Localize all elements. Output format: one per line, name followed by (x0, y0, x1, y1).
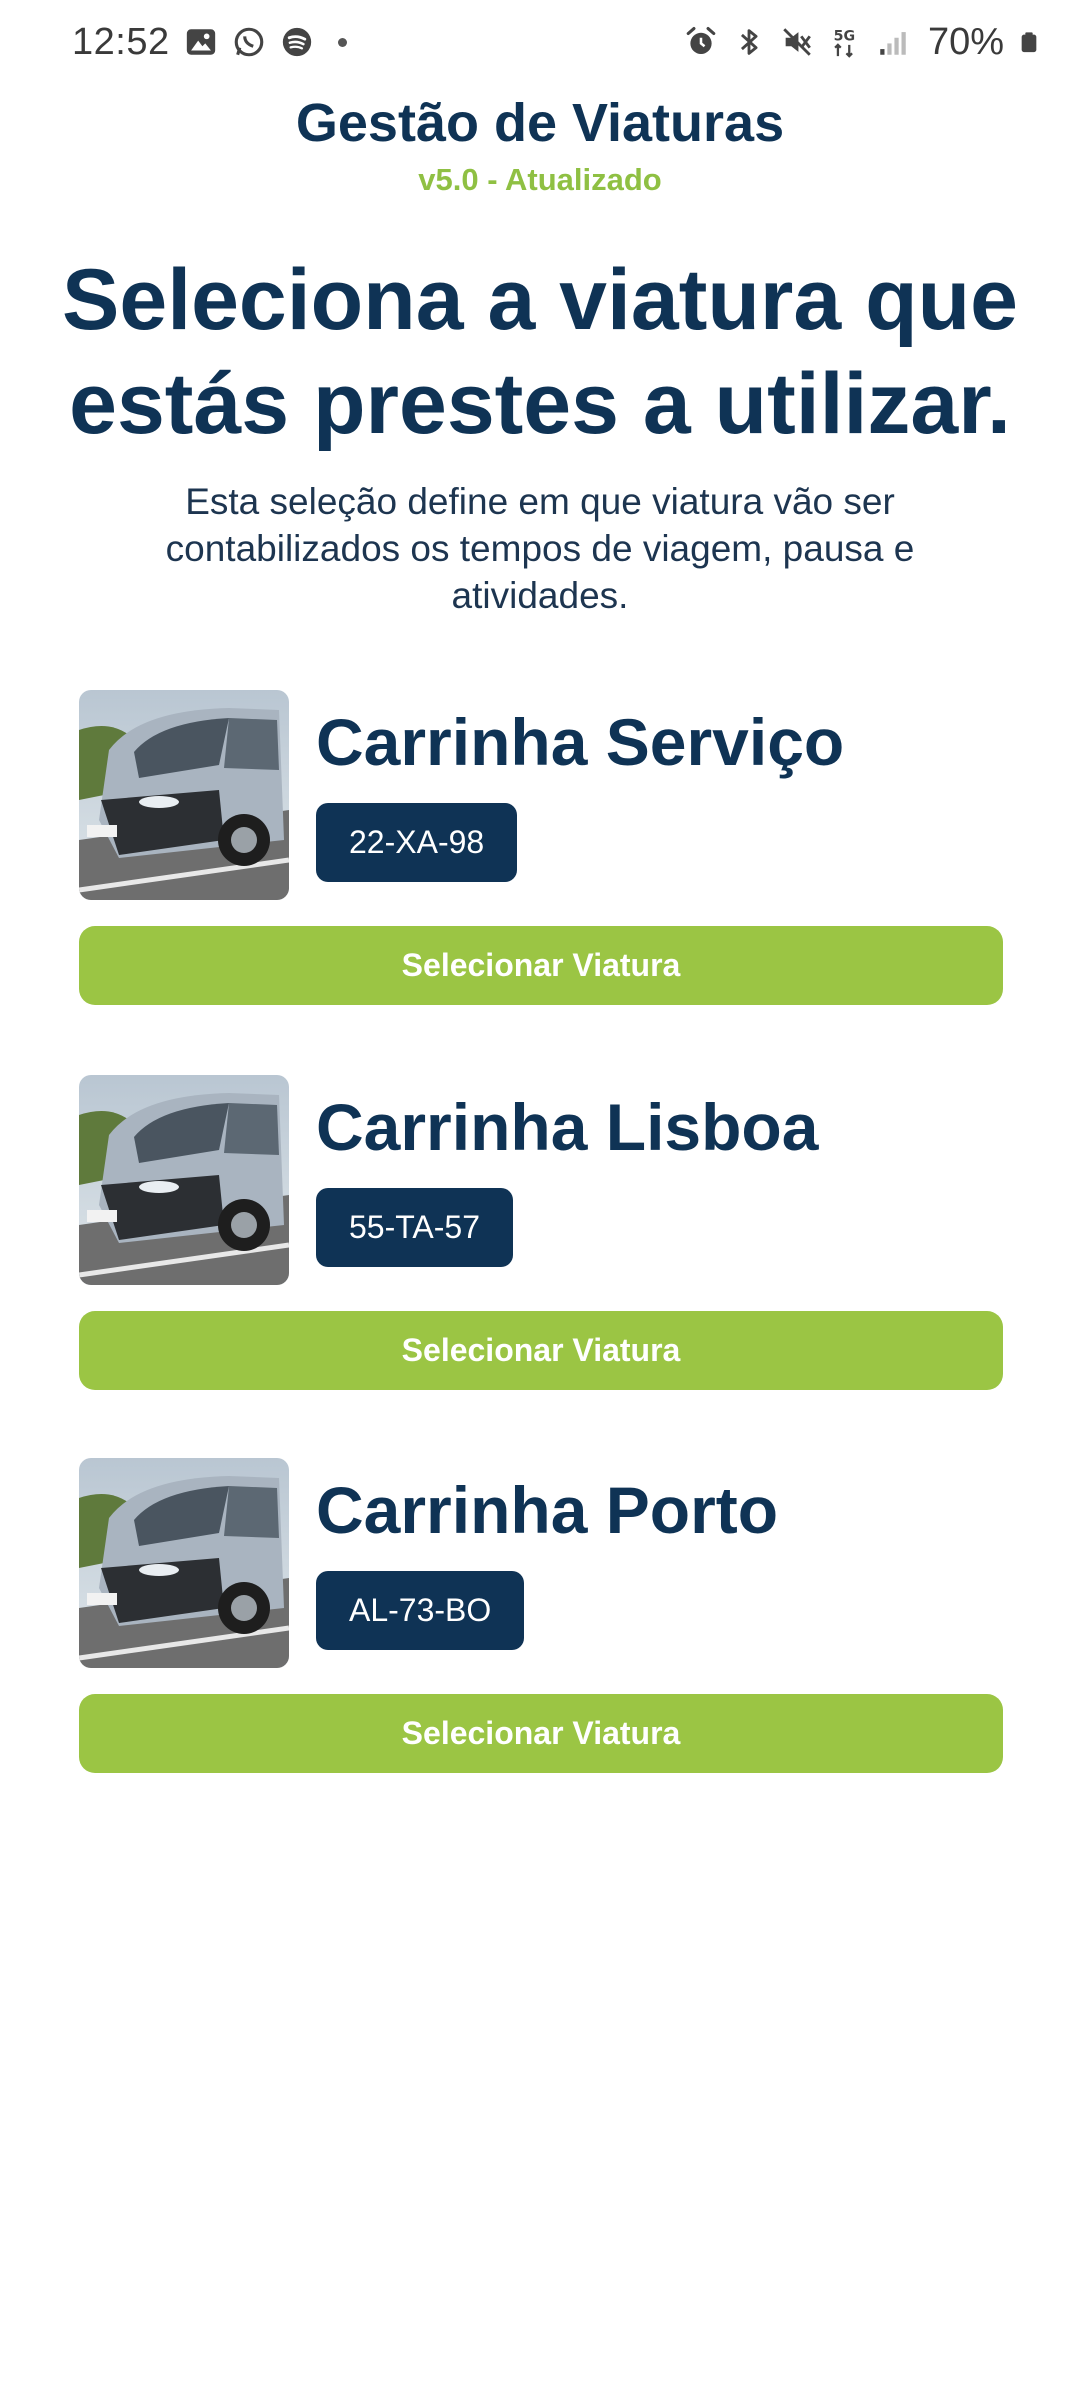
license-plate-badge: 55-TA-57 (316, 1188, 514, 1267)
battery-level: 70% (927, 20, 1004, 63)
svg-text:5G: 5G (834, 29, 855, 45)
license-plate-badge: 22-XA-98 (316, 803, 518, 882)
vehicle-card: Carrinha Serviço 22-XA-98 Selecionar Via… (79, 690, 1003, 1010)
vehicle-photo (79, 1075, 289, 1285)
select-vehicle-button[interactable]: Selecionar Viatura (79, 1694, 1003, 1773)
app-title: Gestão de Viaturas (295, 93, 785, 153)
van-image-icon (79, 690, 289, 900)
mute-icon (783, 28, 811, 56)
license-plate-badge: AL-73-BO (316, 1571, 525, 1650)
spotify-icon (282, 27, 311, 57)
page-headline: Seleciona a viatura que estás prestes a … (62, 252, 1018, 452)
battery-icon (1021, 32, 1037, 53)
van-image-icon (79, 1458, 289, 1668)
vehicle-name: Carrinha Lisboa (316, 1090, 819, 1164)
vehicle-name: Carrinha Porto (316, 1473, 779, 1547)
select-vehicle-button[interactable]: Selecionar Viatura (79, 1311, 1003, 1390)
app-header: Gestão de Viaturas v5.0 - Atualizado (0, 92, 1080, 198)
vehicle-photo (79, 690, 289, 900)
app-version: v5.0 - Atualizado (418, 162, 662, 197)
page-description: Esta seleção define em que viatura vão s… (165, 481, 915, 616)
notification-dot (337, 37, 347, 47)
vehicle-card: Carrinha Lisboa 55-TA-57 Selecionar Viat… (79, 1075, 1003, 1395)
whatsapp-icon (234, 27, 263, 57)
select-vehicle-button[interactable]: Selecionar Viatura (79, 926, 1003, 1005)
alarm-icon (686, 26, 716, 55)
status-time: 12:52 (72, 20, 170, 63)
signal-icon (880, 32, 906, 55)
image-icon (186, 29, 215, 55)
van-image-icon (79, 1075, 289, 1285)
status-right: 5G 70% (684, 21, 1040, 64)
status-left: 12:52 (72, 21, 347, 64)
status-bar: 12:52 5G 70% (0, 0, 1080, 84)
vehicle-photo (79, 1458, 289, 1668)
bluetooth-icon (740, 29, 758, 55)
vehicle-name: Carrinha Serviço (316, 705, 845, 779)
vehicle-card: Carrinha Porto AL-73-BO Selecionar Viatu… (79, 1458, 1003, 1778)
5g-icon: 5G (834, 29, 855, 58)
